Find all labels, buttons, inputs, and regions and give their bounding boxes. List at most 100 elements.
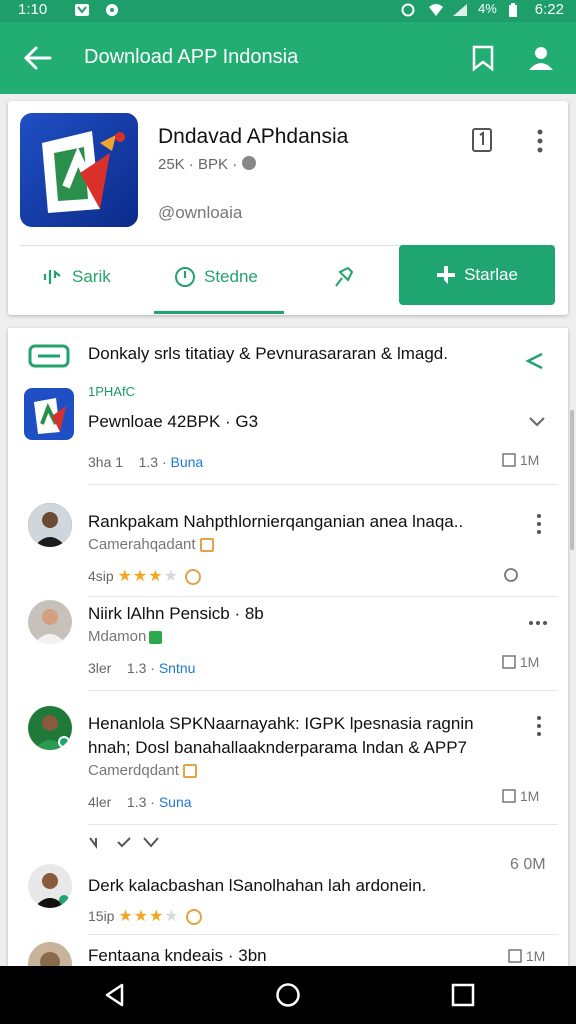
review-title[interactable]: Fentaana kndeais · 3bn xyxy=(88,946,267,966)
avatar[interactable] xyxy=(28,706,72,750)
download-count-icon xyxy=(508,949,522,963)
action-share-label: Sarik xyxy=(72,267,111,286)
avatar[interactable] xyxy=(28,942,72,968)
action-feature-button[interactable] xyxy=(332,259,354,295)
developer-name[interactable]: @ownloaia xyxy=(158,203,242,223)
more-horiz-icon[interactable] xyxy=(528,620,548,626)
app-bar-title: Download APP Indonsia xyxy=(84,46,299,68)
scrollbar[interactable] xyxy=(570,410,574,550)
clock-icon xyxy=(175,267,195,287)
meta-a: 3ler xyxy=(88,660,112,676)
review-title[interactable]: Niirk lAlhn Pensicb · 8b xyxy=(88,604,264,624)
action-status-button[interactable]: Stedne xyxy=(174,259,258,295)
review-author-text: Mdamon xyxy=(88,628,147,645)
status-time-left: 1:10 xyxy=(18,1,48,18)
review-right: 1M xyxy=(508,948,545,964)
status-time-right: 6:22 xyxy=(534,1,564,18)
review-title[interactable]: Rankpakam Nahpthlornierqanganian anea ln… xyxy=(88,512,463,532)
pin-icon[interactable] xyxy=(502,566,520,584)
primary-action-label: Starlae xyxy=(464,265,518,284)
plus-bolt-icon xyxy=(437,266,456,284)
download-count-icon xyxy=(502,453,516,467)
alarm-icon xyxy=(401,3,415,17)
review-title[interactable]: Derk kalacbashan lSanolhahan lah ardonei… xyxy=(88,876,426,896)
bookmark-icon[interactable] xyxy=(470,44,496,72)
review-meta: 4ler 1.3 · Suna xyxy=(88,794,192,810)
save-icon[interactable] xyxy=(470,127,494,153)
review-author-text: Camerahqadant xyxy=(88,536,196,553)
badge-icon xyxy=(182,764,197,779)
rating-badge-icon xyxy=(184,569,201,586)
meta-c[interactable]: Suna xyxy=(159,794,192,810)
info-icon xyxy=(242,156,257,170)
nav-home-icon[interactable] xyxy=(275,982,301,1008)
chevron-down-icon[interactable] xyxy=(528,416,546,428)
avatar[interactable] xyxy=(28,503,72,547)
meta-b: 1.3 · xyxy=(138,454,167,470)
share-arrow-icon[interactable] xyxy=(524,350,546,372)
share-icon xyxy=(43,269,61,284)
feed-sub-right-text: 1M xyxy=(519,452,540,468)
divider xyxy=(88,596,558,597)
review-right-text: 1M xyxy=(519,654,540,670)
meta-c[interactable]: Sntnu xyxy=(159,660,196,676)
battery-percent: 4% xyxy=(478,1,497,16)
nav-recents-icon[interactable] xyxy=(450,982,476,1008)
app-logo-image xyxy=(42,131,125,213)
system-nav-bar xyxy=(0,966,576,1024)
account-icon[interactable] xyxy=(526,44,556,72)
divider xyxy=(88,690,558,691)
verified-icon xyxy=(149,630,163,644)
review-meta: 15ip ★★★★ xyxy=(88,906,202,926)
status-bar: 1:10 4% 6:22 xyxy=(0,0,576,22)
active-tab-indicator xyxy=(154,311,284,314)
back-arrow-icon[interactable] xyxy=(22,44,52,72)
more-vert-icon[interactable] xyxy=(536,514,542,534)
avatar[interactable] xyxy=(28,600,72,644)
meta-b: 1.3 · xyxy=(126,794,155,810)
app-meta: 25K · BPK · xyxy=(158,155,257,173)
rating-badge-icon xyxy=(185,909,202,926)
nav-back-icon[interactable] xyxy=(102,982,128,1008)
notification-icon xyxy=(75,4,89,16)
app-thumbnail xyxy=(24,388,74,440)
review-meta-text: 15ip xyxy=(88,908,115,924)
review-author-text: Camerdqdant xyxy=(88,762,179,779)
review-right-text: 1M xyxy=(525,948,546,964)
divider xyxy=(88,484,558,485)
review-author: Camerahqadant xyxy=(88,536,214,553)
feed-sub-title: Pewnloae 42BPK · G3 xyxy=(88,412,259,431)
rating-stars: ★★★★ xyxy=(118,908,180,925)
review-right: 1M xyxy=(502,654,539,670)
review-title-line2[interactable]: hnah; Dosl banahallaaknderparama lndan &… xyxy=(88,738,467,758)
meta-c[interactable]: Buna xyxy=(171,454,204,470)
divider xyxy=(88,824,558,825)
action-share-button[interactable]: Sarik xyxy=(42,259,111,295)
app-bar: Download APP Indonsia xyxy=(0,22,576,94)
feed-header: Donkaly srls titatiay & Pevnurasararan &… xyxy=(88,344,448,363)
more-vert-icon[interactable] xyxy=(536,129,544,153)
app-meta-text: 25K · BPK · xyxy=(158,156,238,173)
meta-a: 4ler xyxy=(88,794,112,810)
more-vert-icon[interactable] xyxy=(536,716,542,736)
chat-icon xyxy=(28,344,70,368)
rating-stars: ★★★★ xyxy=(117,568,179,585)
action-status-label: Stedne xyxy=(204,267,258,286)
battery-icon xyxy=(509,3,517,17)
app-header-card: Dndavad APhdansia 25K · BPK · @ownloaia … xyxy=(8,101,568,315)
review-meta: 4sip ★★★★ xyxy=(88,566,201,586)
primary-action-button[interactable]: Starlae xyxy=(399,245,555,305)
feed-sub-meta: 3ha 1 1.3 · Buna xyxy=(88,454,203,470)
signal-icon xyxy=(453,4,467,16)
meta-b: 1.3 · xyxy=(126,660,155,676)
review-right: 1M xyxy=(502,788,539,804)
avatar[interactable] xyxy=(28,864,72,908)
badge-icon xyxy=(199,538,214,553)
wifi-icon xyxy=(429,4,443,16)
feed-sub-right: 1M xyxy=(502,452,539,468)
reaction-icons[interactable] xyxy=(88,834,168,850)
app-logo[interactable] xyxy=(20,113,138,227)
review-title-line1[interactable]: Henanlola SPKNaarnayahk: IGPK lpesnasia … xyxy=(88,714,474,734)
review-right-text: 1M xyxy=(519,788,540,804)
download-count-icon xyxy=(502,655,516,669)
